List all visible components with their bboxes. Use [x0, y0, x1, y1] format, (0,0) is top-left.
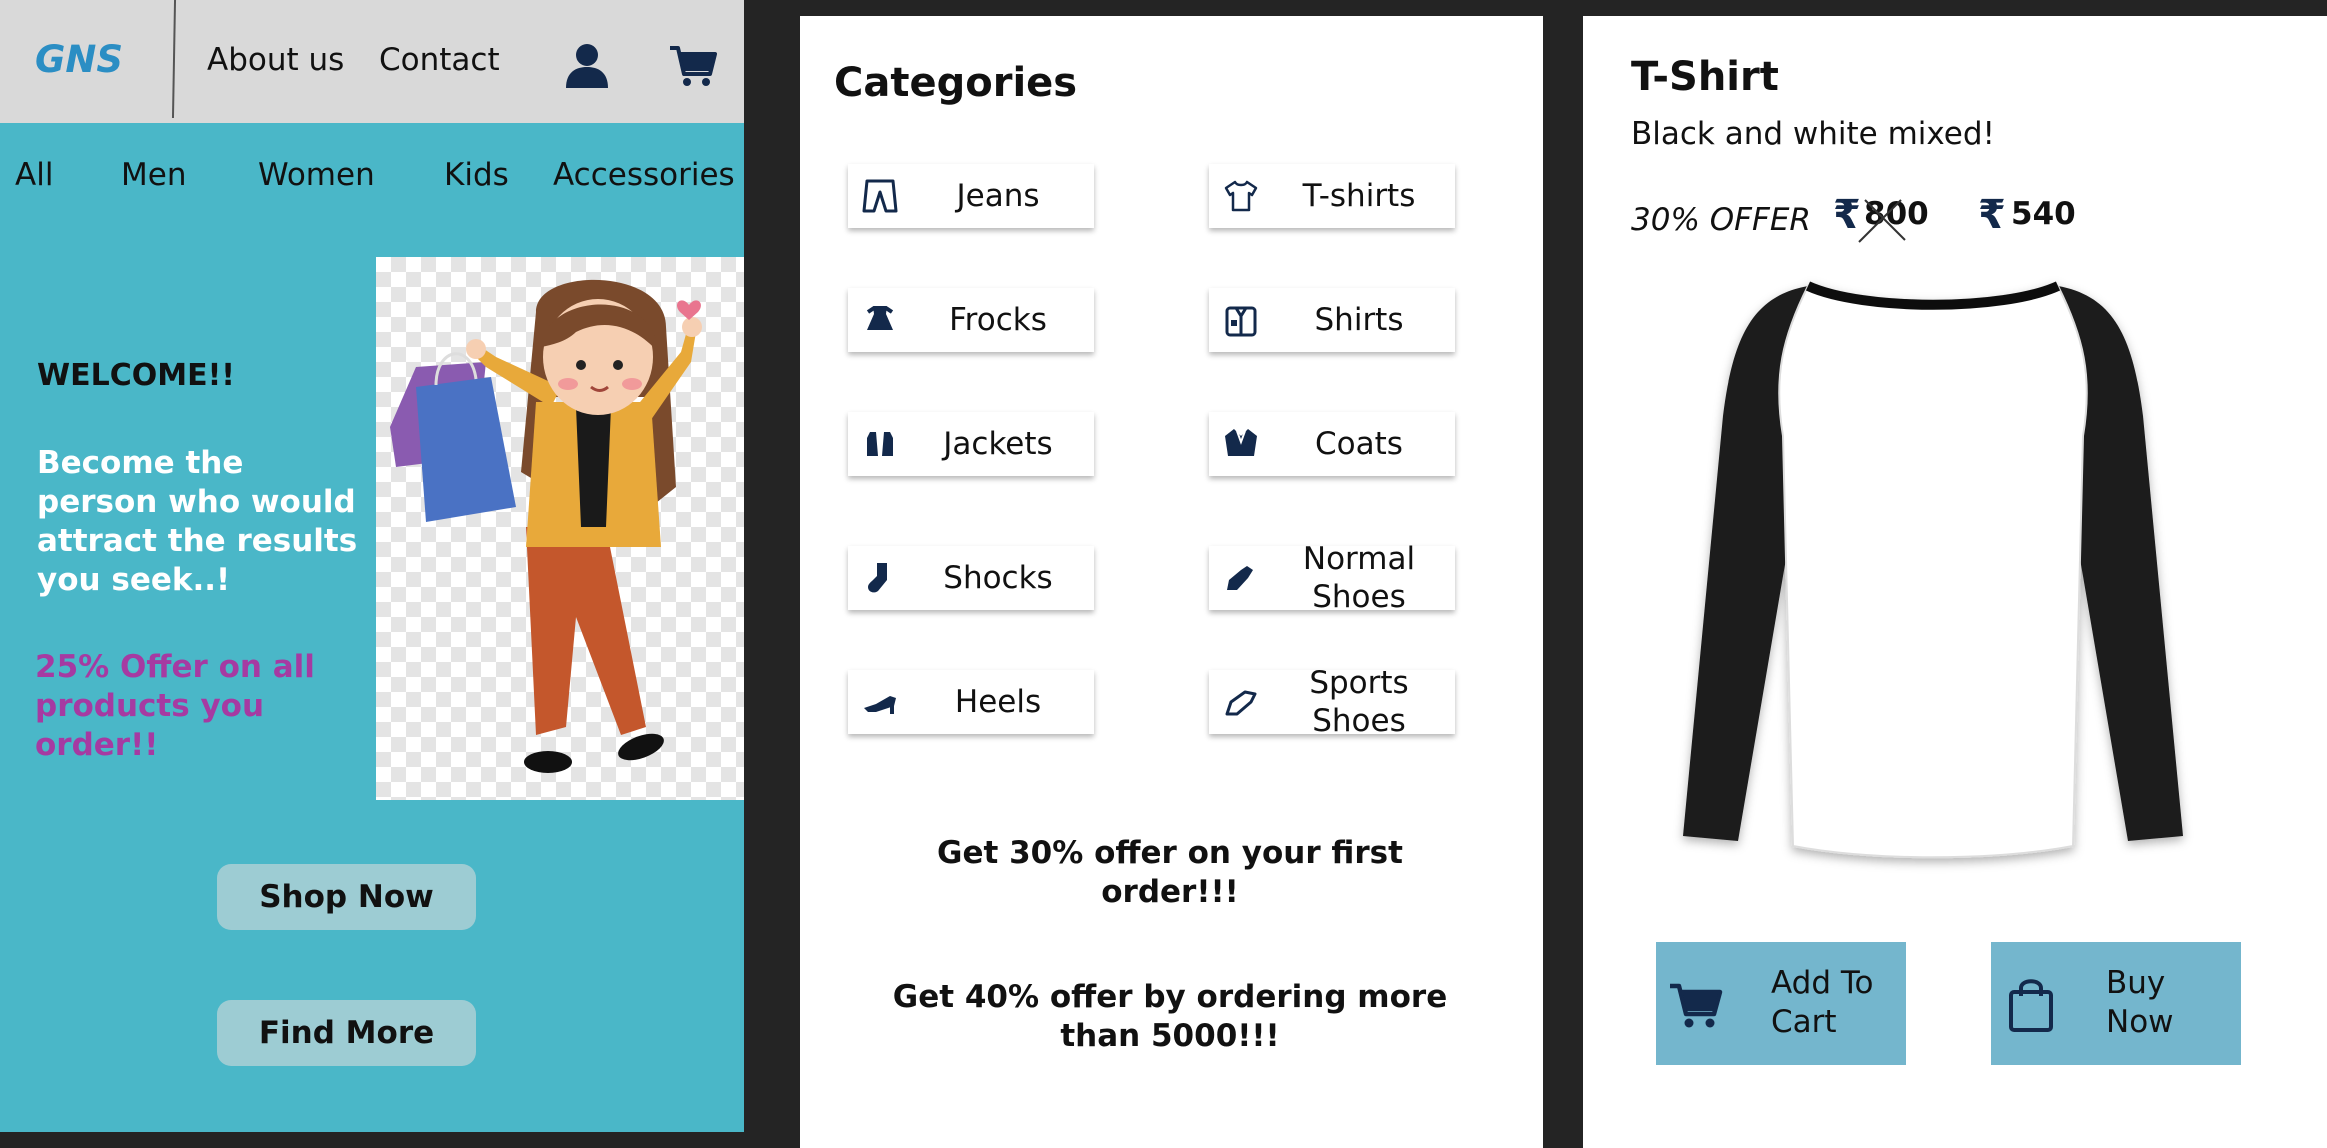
category-frocks-button[interactable]: Frocks [848, 288, 1094, 352]
product-image [1683, 281, 2183, 859]
category-label: Normal Shoes [1302, 541, 1416, 615]
product-title: T-Shirt [1631, 54, 1779, 100]
cart-icon [1670, 983, 1723, 1028]
product-description: Black and white mixed! [1631, 116, 1995, 152]
shirt-icon [1225, 306, 1257, 337]
category-sports-shoes-button[interactable]: Sports Shoes [1209, 665, 1455, 739]
product-screen: T-Shirt Black and white mixed! 30% OFFER… [1583, 16, 2327, 1148]
category-label: Shirts [1314, 302, 1404, 338]
category-label: Shocks [943, 560, 1053, 596]
buy-now-label: Buy Now [2106, 965, 2174, 1040]
home-screen: GNS About us Contact All Men Women Kids … [0, 0, 744, 1132]
category-jackets-button[interactable]: Jackets [848, 412, 1094, 476]
sneaker-icon [1225, 690, 1257, 716]
shoe-icon [1227, 566, 1253, 590]
contact-link[interactable]: Contact [379, 42, 500, 78]
category-shocks-button[interactable]: Shocks [848, 546, 1094, 610]
category-label: Sports Shoes [1309, 665, 1409, 739]
category-women[interactable]: Women [258, 157, 375, 193]
sale-price: 540 [2011, 196, 2076, 232]
shopping-bag-icon [2009, 979, 2053, 1032]
category-heels-button[interactable]: Heels [848, 670, 1094, 734]
welcome-heading: WELCOME!! [37, 358, 235, 393]
jacket-icon [867, 432, 893, 456]
category-tshirts-button[interactable]: T-shirts [1209, 164, 1455, 228]
category-all[interactable]: All [15, 157, 53, 193]
category-men[interactable]: Men [121, 157, 186, 193]
category-label: Frocks [949, 302, 1047, 338]
category-label: Coats [1315, 426, 1403, 462]
shop-now-button[interactable]: Shop Now [217, 864, 476, 930]
jeans-icon [862, 179, 898, 213]
sock-icon [868, 563, 887, 593]
heel-icon [864, 696, 896, 714]
coat-icon [1225, 429, 1257, 456]
first-order-promo: Get 30% offer on your first order!!! [937, 835, 1403, 910]
add-to-cart-button[interactable]: Add To Cart [1656, 942, 1906, 1065]
category-normal-shoes-button[interactable]: Normal Shoes [1209, 541, 1455, 615]
category-label: Heels [954, 684, 1042, 720]
categories-screen: Categories Jeans T-shirts Frocks Shirts [800, 16, 1543, 1148]
category-label: T-shirts [1302, 178, 1416, 214]
rupee-icon: ₹ [1978, 192, 2006, 238]
cart-icon[interactable] [668, 40, 718, 90]
add-to-cart-label: Add To Cart [1771, 965, 1874, 1040]
category-coats-button[interactable]: Coats [1209, 412, 1455, 476]
category-label: Jeans [956, 178, 1040, 214]
frock-icon [866, 306, 894, 330]
category-jeans-button[interactable]: Jeans [848, 164, 1094, 228]
category-shirts-button[interactable]: Shirts [1209, 288, 1455, 352]
nav-divider [171, 0, 177, 119]
category-label: Jackets [943, 426, 1053, 462]
page-title: Categories [834, 60, 1078, 106]
logo[interactable]: GNS [35, 38, 123, 81]
shopping-girl-illustration [376, 257, 744, 800]
category-kids[interactable]: Kids [444, 157, 509, 193]
tshirt-icon [1224, 180, 1258, 212]
bulk-order-promo: Get 40% offer by ordering more than 5000… [892, 979, 1448, 1054]
about-us-link[interactable]: About us [207, 42, 344, 78]
user-icon[interactable] [562, 40, 612, 90]
offer-text: 25% Offer on all products you order!! [35, 649, 315, 763]
find-more-button[interactable]: Find More [217, 1000, 476, 1066]
strikethrough-mark [1858, 199, 1906, 243]
buy-now-button[interactable]: Buy Now [1991, 942, 2241, 1065]
category-accessories[interactable]: Accessories [553, 157, 735, 193]
tagline-text: Become the person who would attract the … [37, 445, 358, 598]
top-nav-bar: GNS About us Contact [0, 0, 744, 123]
offer-label: 30% OFFER [1631, 202, 1811, 238]
